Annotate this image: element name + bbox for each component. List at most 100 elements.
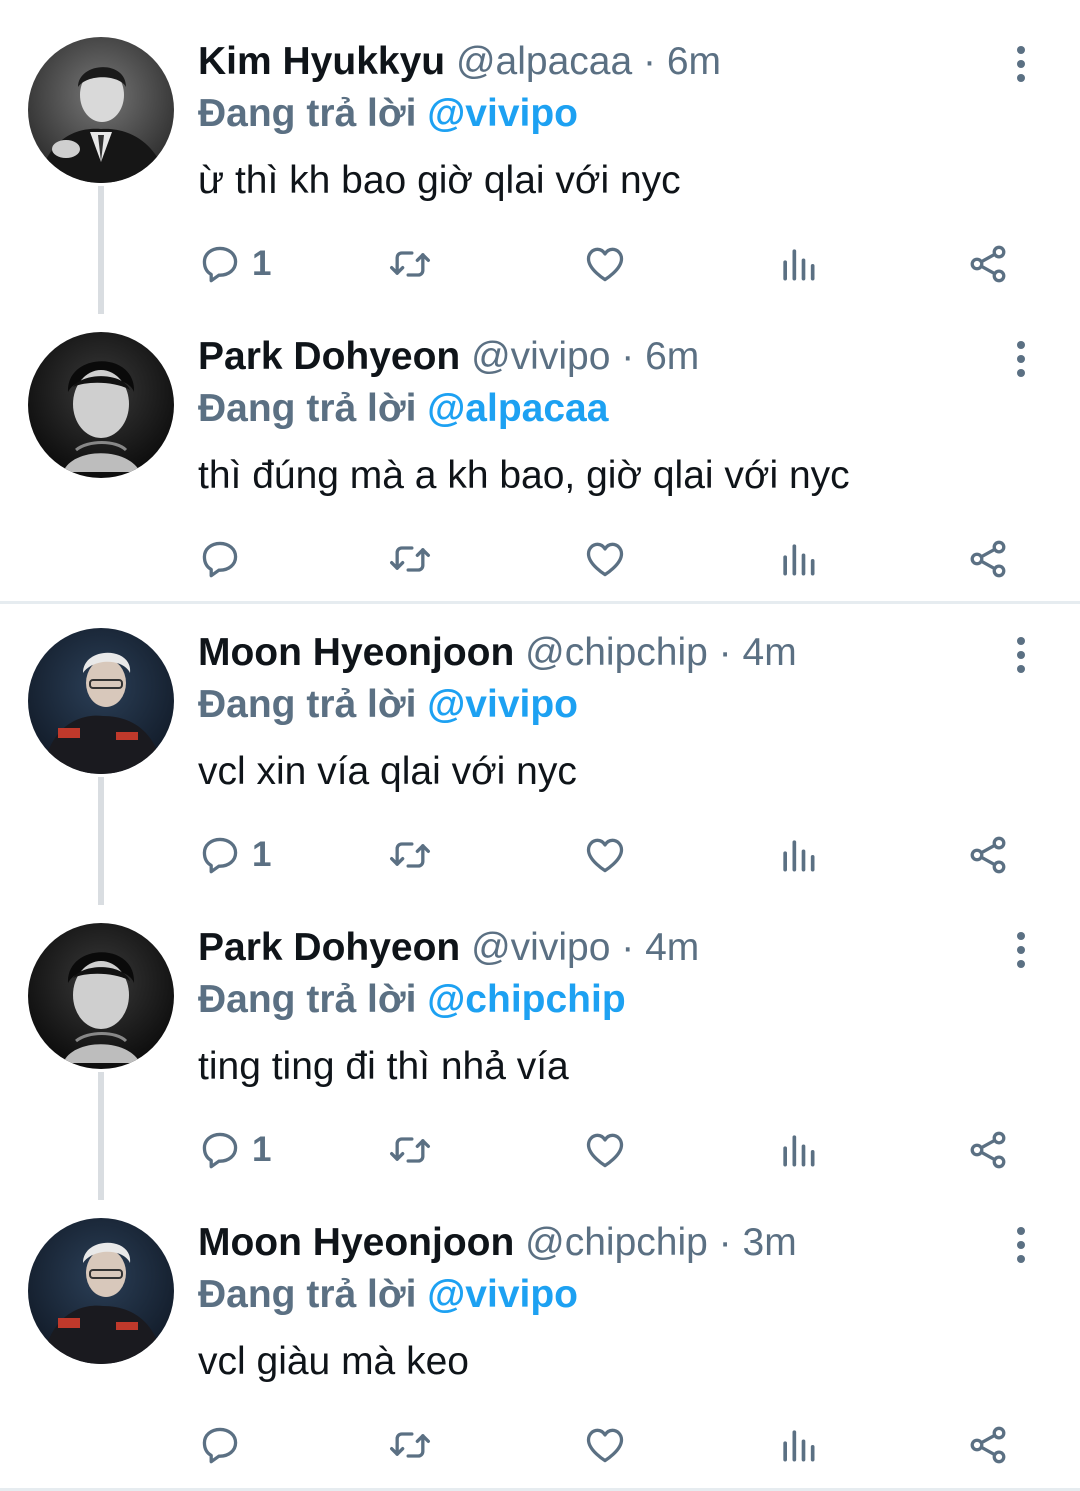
timestamp[interactable]: 6m [645, 335, 699, 378]
heart-icon [583, 1423, 627, 1467]
reply-button[interactable]: 1 [198, 1126, 271, 1174]
reply-target-link[interactable]: @vivipo [427, 1273, 578, 1316]
reply-target-link[interactable]: @chipchip [427, 978, 625, 1021]
replying-to-label: Đang trả lời [198, 92, 417, 135]
reply-target-link[interactable]: @vivipo [427, 92, 578, 135]
separator-dot: · [718, 631, 732, 674]
display-name[interactable]: Park Dohyeon [198, 335, 460, 378]
action-bar: 1 [198, 831, 1028, 879]
analytics-button[interactable] [776, 1421, 820, 1469]
tweet-header: Moon Hyeonjoon @chipchip · 4m [198, 629, 797, 677]
reply-icon [198, 242, 242, 286]
replying-to-label: Đang trả lời [198, 978, 417, 1021]
share-button[interactable] [966, 535, 1010, 583]
separator-dot: · [621, 335, 635, 378]
more-options-button[interactable] [1000, 38, 1042, 90]
reply-count: 1 [252, 244, 272, 283]
more-vertical-icon [1014, 635, 1028, 675]
user-handle[interactable]: @chipchip [525, 631, 708, 674]
reply-target-link[interactable]: @alpacaa [427, 387, 608, 430]
bar-chart-icon [776, 242, 820, 286]
analytics-button[interactable] [776, 240, 820, 288]
reply-icon [198, 1128, 242, 1172]
timestamp[interactable]: 3m [743, 1221, 797, 1264]
share-button[interactable] [966, 831, 1010, 879]
reply-button[interactable] [198, 535, 252, 583]
avatar[interactable] [28, 628, 174, 774]
analytics-button[interactable] [776, 535, 820, 583]
park-dohyeon-avatar-image [28, 332, 174, 478]
more-options-button[interactable] [1000, 629, 1042, 681]
retweet-icon [388, 1128, 432, 1172]
more-vertical-icon [1014, 44, 1028, 84]
analytics-button[interactable] [776, 1126, 820, 1174]
avatar[interactable] [28, 37, 174, 183]
heart-icon [583, 833, 627, 877]
display-name[interactable]: Moon Hyeonjoon [198, 1221, 514, 1264]
action-bar [198, 535, 1028, 583]
heart-icon [583, 242, 627, 286]
tweet-text: vcl giàu mà keo [198, 1340, 469, 1383]
tweet[interactable]: Moon Hyeonjoon @chipchip · 3m Đang trả l… [0, 1181, 1080, 1476]
analytics-button[interactable] [776, 831, 820, 879]
replying-to-line: Đang trả lời @alpacaa [198, 385, 608, 433]
more-options-button[interactable] [1000, 924, 1042, 976]
retweet-button[interactable] [388, 240, 432, 288]
user-handle[interactable]: @alpacaa [456, 40, 632, 83]
retweet-icon [388, 1423, 432, 1467]
share-icon [966, 1128, 1010, 1172]
retweet-button[interactable] [388, 1126, 432, 1174]
avatar[interactable] [28, 1218, 174, 1364]
more-vertical-icon [1014, 1225, 1028, 1265]
more-options-button[interactable] [1000, 1219, 1042, 1271]
tweet[interactable]: Park Dohyeon @vivipo · 6m Đang trả lời @… [0, 295, 1080, 590]
retweet-button[interactable] [388, 1421, 432, 1469]
reply-button[interactable] [198, 1421, 252, 1469]
reply-button[interactable]: 1 [198, 240, 271, 288]
timestamp[interactable]: 4m [645, 926, 699, 969]
replying-to-line: Đang trả lời @vivipo [198, 90, 578, 138]
like-button[interactable] [583, 1421, 627, 1469]
share-icon [966, 537, 1010, 581]
timestamp[interactable]: 6m [667, 40, 721, 83]
like-button[interactable] [583, 831, 627, 879]
more-options-button[interactable] [1000, 333, 1042, 385]
separator-dot: · [718, 1221, 732, 1264]
avatar[interactable] [28, 923, 174, 1069]
user-handle[interactable]: @vivipo [471, 926, 610, 969]
reply-button[interactable]: 1 [198, 831, 271, 879]
reply-icon [198, 537, 242, 581]
tweet[interactable]: Park Dohyeon @vivipo · 4m Đang trả lời @… [0, 886, 1080, 1200]
display-name[interactable]: Park Dohyeon [198, 926, 460, 969]
moon-hyeonjoon-avatar-image [28, 1218, 174, 1364]
reply-icon [198, 1423, 242, 1467]
display-name[interactable]: Moon Hyeonjoon [198, 631, 514, 674]
share-button[interactable] [966, 1126, 1010, 1174]
like-button[interactable] [583, 240, 627, 288]
display-name[interactable]: Kim Hyukkyu [198, 40, 445, 83]
timestamp[interactable]: 4m [743, 631, 797, 674]
tweet[interactable]: Moon Hyeonjoon @chipchip · 4m Đang trả l… [0, 591, 1080, 905]
share-icon [966, 1423, 1010, 1467]
user-handle[interactable]: @chipchip [525, 1221, 708, 1264]
reply-count: 1 [252, 835, 272, 874]
replying-to-line: Đang trả lời @chipchip [198, 976, 626, 1024]
like-button[interactable] [583, 1126, 627, 1174]
moon-hyeonjoon-avatar-image [28, 628, 174, 774]
tweet-header: Kim Hyukkyu @alpacaa · 6m [198, 38, 721, 86]
tweet-header: Park Dohyeon @vivipo · 6m [198, 333, 699, 381]
bar-chart-icon [776, 537, 820, 581]
tweet[interactable]: Kim Hyukkyu @alpacaa · 6m Đang trả lời @… [0, 0, 1080, 314]
retweet-button[interactable] [388, 535, 432, 583]
user-handle[interactable]: @vivipo [471, 335, 610, 378]
separator-dot: · [643, 40, 656, 83]
retweet-button[interactable] [388, 831, 432, 879]
share-button[interactable] [966, 240, 1010, 288]
reply-target-link[interactable]: @vivipo [427, 683, 578, 726]
share-button[interactable] [966, 1421, 1010, 1469]
separator-dot: · [621, 926, 635, 969]
like-button[interactable] [583, 535, 627, 583]
avatar[interactable] [28, 332, 174, 478]
more-vertical-icon [1014, 930, 1028, 970]
kim-hyukkyu-avatar-image [28, 37, 174, 183]
